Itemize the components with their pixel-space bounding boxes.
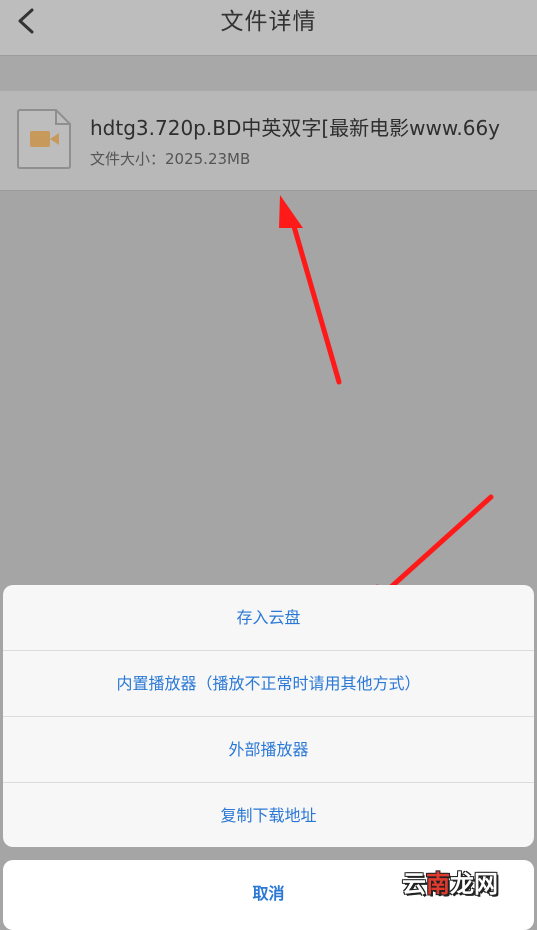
action-sheet: 存入云盘 内置播放器（播放不正常时请用其他方式） 外部播放器 复制下载地址	[3, 585, 534, 847]
built-in-player-button[interactable]: 内置播放器（播放不正常时请用其他方式）	[3, 651, 534, 717]
external-player-button[interactable]: 外部播放器	[3, 717, 534, 783]
watermark-part-1: 云	[402, 869, 426, 898]
watermark-part-3: 龙网	[450, 869, 498, 898]
copy-download-link-button[interactable]: 复制下载地址	[3, 783, 534, 847]
save-to-cloud-button[interactable]: 存入云盘	[3, 585, 534, 651]
site-watermark: 云南龙网	[402, 872, 498, 896]
watermark-part-2: 南	[426, 869, 450, 898]
